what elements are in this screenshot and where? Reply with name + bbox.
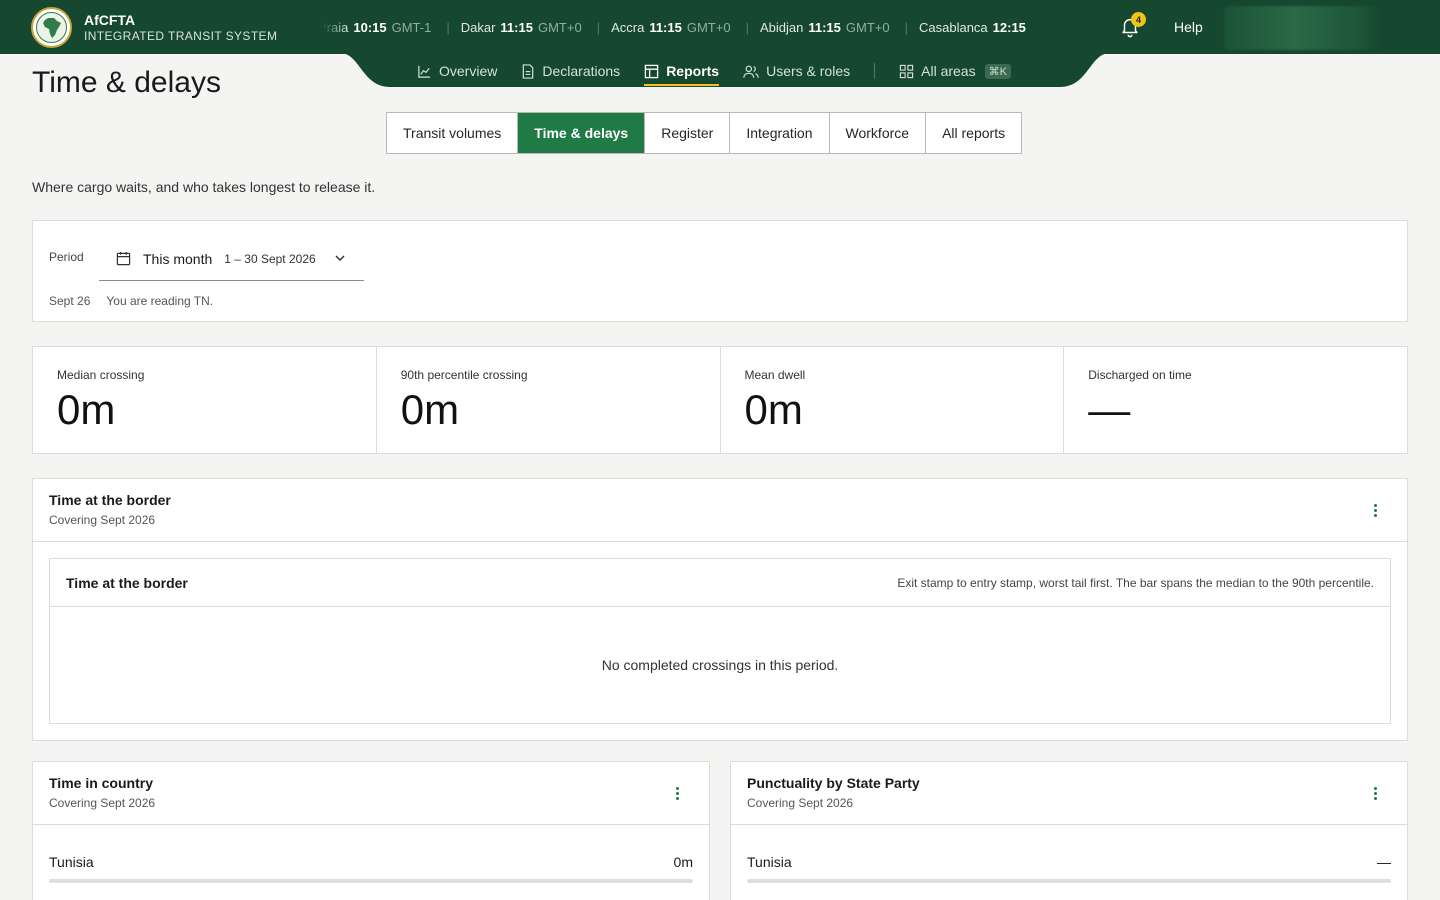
kpi-p90-crossing: 90th percentile crossing 0m	[377, 347, 721, 453]
clock-accra: Accra 11:15 GMT+0	[611, 19, 731, 35]
clock-separator: |	[596, 19, 601, 35]
page-subtitle: Where cargo waits, and who takes longest…	[32, 179, 376, 195]
chevron-down-icon	[335, 255, 345, 262]
clock-abidjan: Abidjan 11:15 GMT+0	[759, 19, 890, 35]
more-options-icon[interactable]	[667, 783, 687, 803]
world-clocks: Praia 10:15 GMT-1 | Dakar 11:15 GMT+0 | …	[322, 0, 1086, 54]
kpi-mean-dwell: Mean dwell 0m	[721, 347, 1065, 453]
nav-divider	[874, 63, 876, 79]
more-options-icon[interactable]	[1365, 500, 1385, 520]
clock-separator: |	[446, 19, 450, 35]
clock-praia: Praia 10:15 GMT-1	[322, 19, 432, 35]
nav-reports[interactable]: Reports	[644, 56, 719, 86]
country-time-section: Time in country Covering Sept 2026 Tunis…	[32, 761, 710, 900]
brand-name: AfCFTA	[84, 12, 136, 28]
clock-dakar: Dakar 11:15 GMT+0	[460, 19, 582, 35]
clock-separator: |	[745, 19, 749, 35]
kpi-median-crossing: Median crossing 0m	[33, 347, 377, 453]
main-nav: Overview Declarations Reports Users & ro…	[417, 56, 1035, 86]
page-title: Time & delays	[32, 66, 221, 99]
period-footnote: Sept 26 You are reading TN.	[49, 294, 213, 308]
brand-tagline: INTEGRATED TRANSIT SYSTEM	[84, 29, 278, 43]
period-card: Period This month 1 – 30 Sept 2026 Sept …	[32, 220, 1408, 322]
row-country-bar	[49, 879, 693, 883]
tab-time-delays[interactable]: Time & delays	[518, 113, 646, 153]
africa-map-icon	[42, 17, 61, 38]
kpi-tiles: Median crossing 0m 90th percentile cross…	[32, 346, 1408, 454]
tab-all-reports[interactable]: All reports	[926, 113, 1021, 153]
line-chart-icon	[418, 65, 431, 78]
grid-icon	[899, 64, 914, 78]
notification-badge: 4	[1131, 12, 1146, 27]
afcfta-logo[interactable]	[31, 7, 72, 48]
period-foot-date: Sept 26	[49, 294, 91, 308]
row-punctuality-value: —	[1377, 854, 1391, 870]
table-icon	[644, 64, 659, 78]
top-bar: AfCFTA INTEGRATED TRANSIT SYSTEM Praia 1…	[0, 0, 1440, 54]
chart-hint: Exit stamp to entry stamp, worst tail fi…	[897, 576, 1374, 590]
section-header: Time at the border Covering Sept 2026	[49, 492, 171, 527]
chart-title: Time at the border	[66, 575, 188, 591]
clock-casablanca: Casablanca 12:15	[919, 19, 1026, 35]
period-range: 1 – 30 Sept 2026	[224, 251, 316, 266]
clock-separator: |	[904, 19, 908, 35]
brand: AfCFTA INTEGRATED TRANSIT SYSTEM	[84, 12, 277, 44]
border-time-chart: Time at the border Exit stamp to entry s…	[49, 558, 1391, 724]
nav-all-areas[interactable]: All areas ⌘K	[899, 56, 1011, 86]
period-label: Period	[49, 250, 84, 264]
row-country-value: 0m	[673, 854, 693, 870]
section-divider	[33, 824, 709, 825]
calendar-icon	[116, 251, 131, 266]
users-icon	[743, 65, 759, 78]
tab-workforce[interactable]: Workforce	[830, 113, 927, 153]
section-header: Punctuality by State Party Covering Sept…	[747, 775, 920, 810]
row-punctuality-bar	[747, 879, 1391, 883]
period-select[interactable]: This month 1 – 30 Sept 2026	[99, 237, 364, 281]
document-icon	[523, 63, 534, 79]
border-time-section: Time at the border Covering Sept 2026 Ti…	[32, 478, 1408, 741]
report-tabs: Transit volumes Time & delays Register I…	[386, 112, 1023, 154]
row-punctuality-label: Tunisia	[747, 854, 792, 870]
nav-overview[interactable]: Overview	[417, 56, 497, 86]
kpi-discharged-on-time: Discharged on time —	[1088, 368, 1192, 433]
row-country-label: Tunisia	[49, 854, 94, 870]
more-options-icon[interactable]	[1365, 783, 1385, 803]
nav-declarations[interactable]: Declarations	[521, 56, 620, 86]
chart-divider	[50, 606, 1390, 607]
section-divider	[33, 541, 1407, 542]
shortcut-hint: ⌘K	[984, 63, 1011, 79]
punctuality-section: Punctuality by State Party Covering Sept…	[730, 761, 1408, 900]
tab-integration[interactable]: Integration	[730, 113, 830, 153]
help-link[interactable]: Help	[1174, 19, 1203, 35]
user-profile-menu[interactable]	[1224, 6, 1382, 50]
period-value: This month	[143, 250, 213, 267]
empty-state: No completed crossings in this period.	[601, 657, 839, 673]
section-divider	[731, 824, 1407, 825]
nav-users-roles[interactable]: Users & roles	[743, 56, 850, 86]
tab-register[interactable]: Register	[645, 113, 731, 153]
tab-transit-volumes[interactable]: Transit volumes	[387, 113, 519, 153]
section-header: Time in country Covering Sept 2026	[49, 775, 156, 810]
period-foot-note: You are reading TN.	[106, 294, 214, 308]
